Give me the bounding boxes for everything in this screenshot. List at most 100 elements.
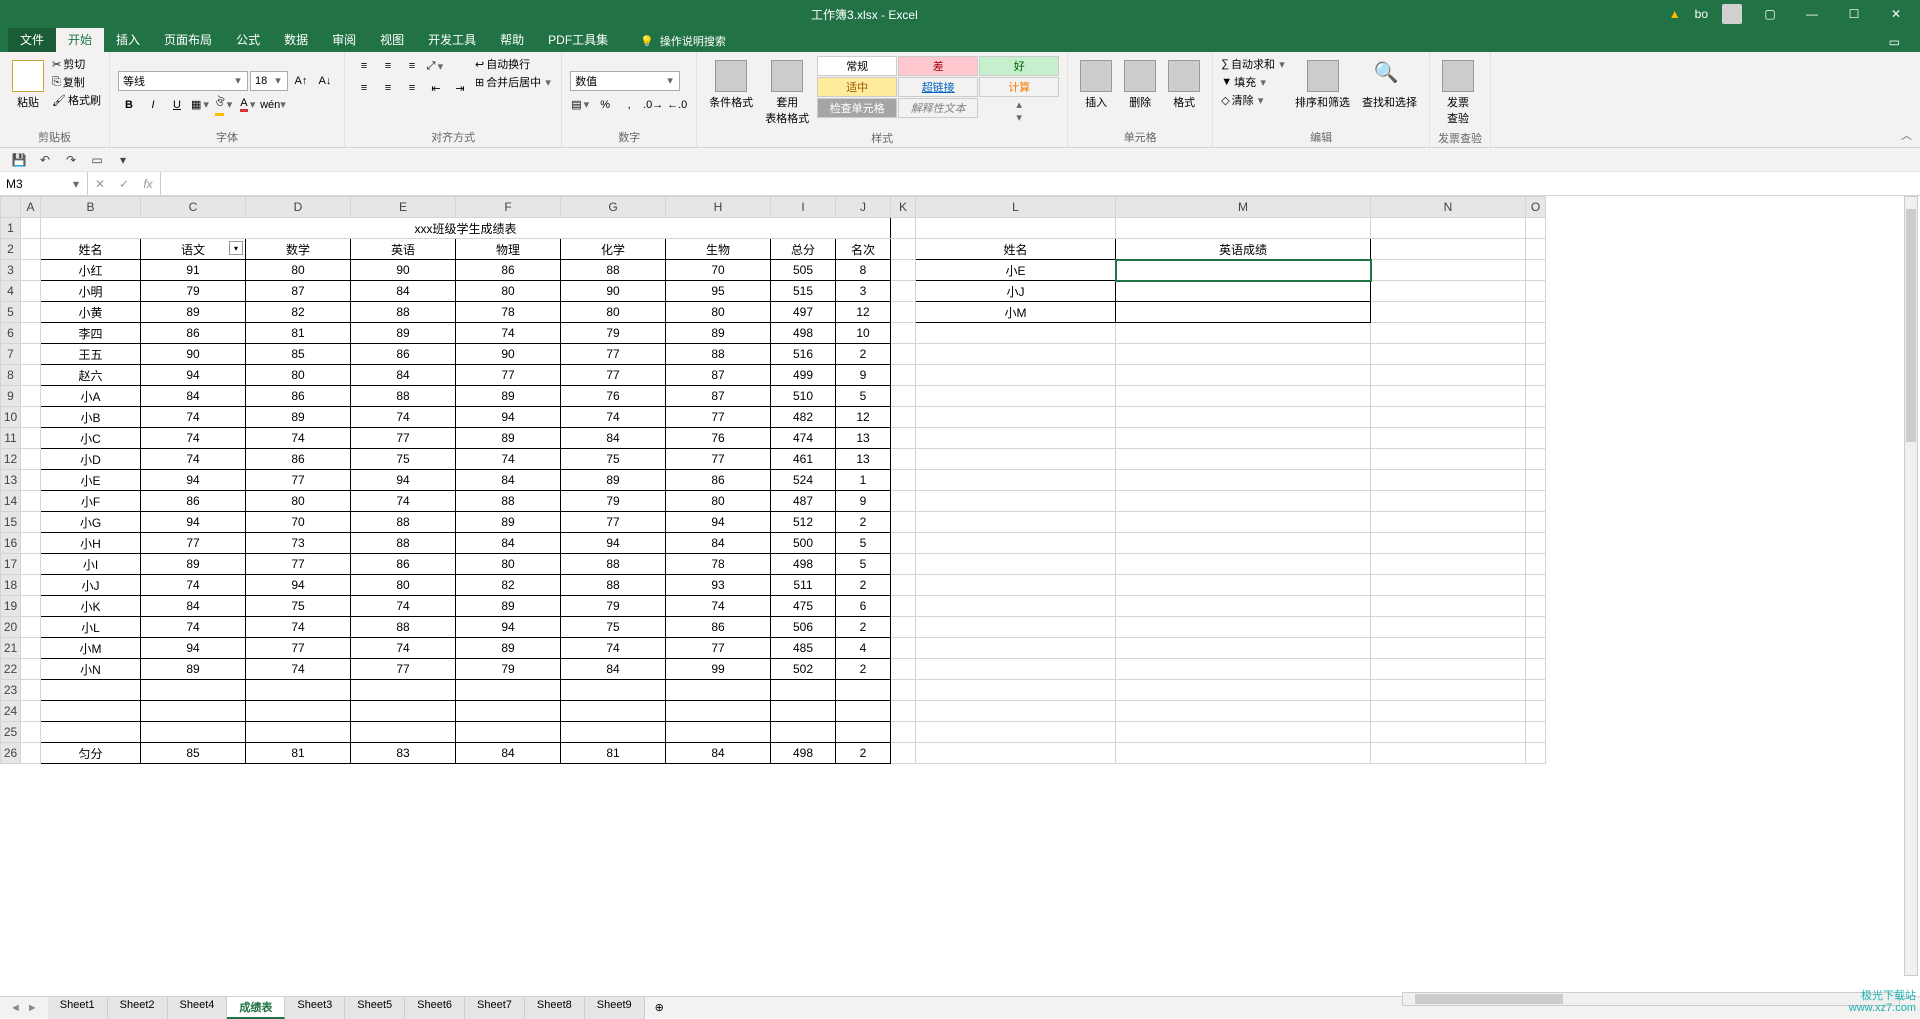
- cell-F10[interactable]: 94: [456, 407, 561, 428]
- cell-M15[interactable]: [1116, 512, 1371, 533]
- cell-D23[interactable]: [246, 680, 351, 701]
- cell-J21[interactable]: 4: [836, 638, 891, 659]
- row-header-4[interactable]: 4: [1, 281, 21, 302]
- cell-H3[interactable]: 70: [666, 260, 771, 281]
- cell-G26[interactable]: 81: [561, 743, 666, 764]
- cell-H13[interactable]: 86: [666, 470, 771, 491]
- decrease-font-button[interactable]: A↓: [314, 71, 336, 91]
- row-header-10[interactable]: 10: [1, 407, 21, 428]
- row-header-15[interactable]: 15: [1, 512, 21, 533]
- style-link[interactable]: 超链接: [898, 77, 978, 97]
- cell-F21[interactable]: 89: [456, 638, 561, 659]
- cell-O21[interactable]: [1526, 638, 1546, 659]
- cell-O25[interactable]: [1526, 722, 1546, 743]
- cell-C23[interactable]: [141, 680, 246, 701]
- cell-G5[interactable]: 80: [561, 302, 666, 323]
- cell-B21[interactable]: 小M: [41, 638, 141, 659]
- cell-B24[interactable]: [41, 701, 141, 722]
- cell-L9[interactable]: [916, 386, 1116, 407]
- cell-O23[interactable]: [1526, 680, 1546, 701]
- orientation-button[interactable]: ⤢▾: [425, 56, 447, 76]
- cell-D8[interactable]: 80: [246, 365, 351, 386]
- cell-O12[interactable]: [1526, 449, 1546, 470]
- cell-K8[interactable]: [891, 365, 916, 386]
- cell-L17[interactable]: [916, 554, 1116, 575]
- cell-J14[interactable]: 9: [836, 491, 891, 512]
- cell-G11[interactable]: 84: [561, 428, 666, 449]
- cell-I22[interactable]: 502: [771, 659, 836, 680]
- cell-B14[interactable]: 小F: [41, 491, 141, 512]
- cell-F7[interactable]: 90: [456, 344, 561, 365]
- cell-I24[interactable]: [771, 701, 836, 722]
- cell-O20[interactable]: [1526, 617, 1546, 638]
- border-button[interactable]: ▦▾: [190, 95, 212, 115]
- style-neutral[interactable]: 适中: [817, 77, 897, 97]
- horizontal-scrollbar[interactable]: [1402, 992, 1900, 1006]
- cell-N4[interactable]: [1371, 281, 1526, 302]
- tab-review[interactable]: 审阅: [320, 27, 368, 52]
- cell-J22[interactable]: 2: [836, 659, 891, 680]
- cell-O7[interactable]: [1526, 344, 1546, 365]
- cell-E16[interactable]: 88: [351, 533, 456, 554]
- cell-J2[interactable]: 名次: [836, 239, 891, 260]
- cell-D20[interactable]: 74: [246, 617, 351, 638]
- sheet-nav-next[interactable]: ►: [27, 1002, 38, 1014]
- cell-J24[interactable]: [836, 701, 891, 722]
- cell-N14[interactable]: [1371, 491, 1526, 512]
- find-select-button[interactable]: 🔍查找和选择: [1358, 56, 1421, 114]
- col-header-G[interactable]: G: [561, 197, 666, 218]
- cell-A21[interactable]: [21, 638, 41, 659]
- cell-M19[interactable]: [1116, 596, 1371, 617]
- cell-G15[interactable]: 77: [561, 512, 666, 533]
- cell-A19[interactable]: [21, 596, 41, 617]
- font-size-combo[interactable]: 18▾: [250, 71, 288, 91]
- cell-C6[interactable]: 86: [141, 323, 246, 344]
- cell-B7[interactable]: 王五: [41, 344, 141, 365]
- cell-A12[interactable]: [21, 449, 41, 470]
- align-left-button[interactable]: ≡: [353, 78, 375, 98]
- user-avatar[interactable]: [1722, 4, 1742, 24]
- cell-B5[interactable]: 小黄: [41, 302, 141, 323]
- cell-I9[interactable]: 510: [771, 386, 836, 407]
- clear-button[interactable]: ◇清除▾: [1221, 92, 1287, 108]
- style-check[interactable]: 检查单元格: [817, 98, 897, 118]
- cell-A1[interactable]: [21, 218, 41, 239]
- align-bottom-button[interactable]: ≡: [401, 56, 423, 76]
- qat-customize-button[interactable]: ▾: [114, 151, 132, 169]
- cell-B11[interactable]: 小C: [41, 428, 141, 449]
- cell-K26[interactable]: [891, 743, 916, 764]
- cell-L21[interactable]: [916, 638, 1116, 659]
- cell-D19[interactable]: 75: [246, 596, 351, 617]
- cell-F17[interactable]: 80: [456, 554, 561, 575]
- cell-E24[interactable]: [351, 701, 456, 722]
- cell-B19[interactable]: 小K: [41, 596, 141, 617]
- cell-N12[interactable]: [1371, 449, 1526, 470]
- cell-J6[interactable]: 10: [836, 323, 891, 344]
- cell-F3[interactable]: 86: [456, 260, 561, 281]
- cell-C9[interactable]: 84: [141, 386, 246, 407]
- cell-E22[interactable]: 77: [351, 659, 456, 680]
- cell-E11[interactable]: 77: [351, 428, 456, 449]
- cell-A17[interactable]: [21, 554, 41, 575]
- cell-N18[interactable]: [1371, 575, 1526, 596]
- row-header-19[interactable]: 19: [1, 596, 21, 617]
- cell-G13[interactable]: 89: [561, 470, 666, 491]
- cell-D6[interactable]: 81: [246, 323, 351, 344]
- row-header-7[interactable]: 7: [1, 344, 21, 365]
- cell-L7[interactable]: [916, 344, 1116, 365]
- cell-E14[interactable]: 74: [351, 491, 456, 512]
- style-bad[interactable]: 差: [898, 56, 978, 76]
- col-header-C[interactable]: C: [141, 197, 246, 218]
- cell-K2[interactable]: [891, 239, 916, 260]
- cell-I4[interactable]: 515: [771, 281, 836, 302]
- cell-N21[interactable]: [1371, 638, 1526, 659]
- sheet-tab-Sheet5[interactable]: Sheet5: [345, 997, 405, 1019]
- name-box[interactable]: M3▾: [0, 172, 88, 195]
- cell-D22[interactable]: 74: [246, 659, 351, 680]
- cell-K20[interactable]: [891, 617, 916, 638]
- cell-K22[interactable]: [891, 659, 916, 680]
- font-name-combo[interactable]: 等线▾: [118, 71, 248, 91]
- cell-C20[interactable]: 74: [141, 617, 246, 638]
- cell-K4[interactable]: [891, 281, 916, 302]
- cell-K13[interactable]: [891, 470, 916, 491]
